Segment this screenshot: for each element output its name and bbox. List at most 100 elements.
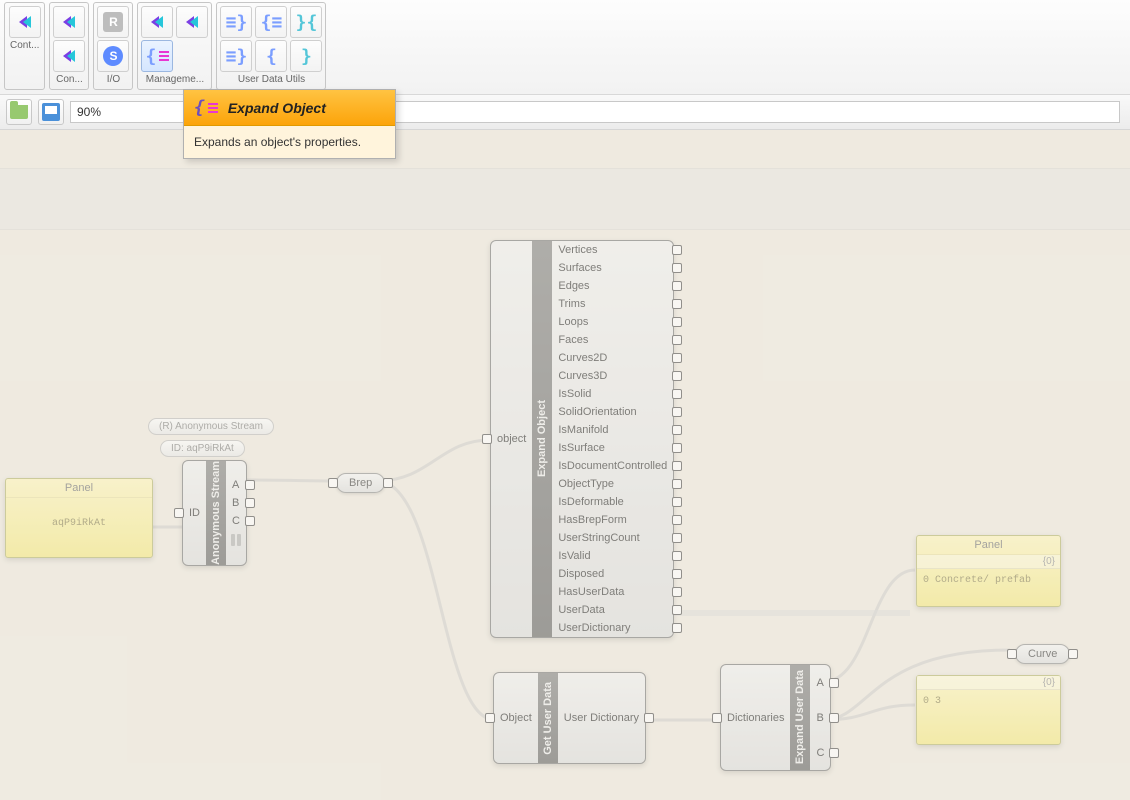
- ribbon-btn-c1[interactable]: R: [97, 6, 129, 38]
- ribbon-toolbar: Cont... Con... R S I/O: [0, 0, 1130, 95]
- port-object[interactable]: object: [491, 430, 532, 448]
- brace-icon: ≡}: [226, 46, 248, 67]
- ribbon-btn-e2[interactable]: {≡: [255, 6, 287, 38]
- save-icon: [42, 103, 60, 121]
- port-issolid[interactable]: IsSolid: [552, 385, 673, 403]
- port-loops[interactable]: Loops: [552, 313, 673, 331]
- node-expand-object[interactable]: object Expand Object VerticesSurfacesEdg…: [490, 240, 674, 638]
- expand-object-icon: {: [194, 97, 218, 118]
- node-get-user-data[interactable]: Object Get User Data User Dictionary: [493, 672, 646, 764]
- stream-remote-tag: (R) Anonymous Stream: [148, 418, 274, 435]
- port-object[interactable]: Object: [494, 673, 538, 763]
- panel-body: aqP9iRkAt: [6, 498, 152, 535]
- ribbon-group-contexts: Cont...: [4, 2, 45, 90]
- ribbon-btn-e4[interactable]: ≡}: [220, 40, 252, 72]
- port-isvalid[interactable]: IsValid: [552, 547, 673, 565]
- ribbon-btn-d1[interactable]: [141, 6, 173, 38]
- ribbon-group-io: R S I/O: [93, 2, 133, 90]
- port-user-dictionary[interactable]: User Dictionary: [558, 673, 645, 763]
- panel-title: Panel: [6, 479, 152, 498]
- tooltip-expand-object: { Expand Object Expands an object's prop…: [183, 89, 396, 159]
- brace-icon: {≡: [261, 12, 283, 33]
- pause-icon[interactable]: [226, 530, 246, 550]
- brace-icon: }: [301, 46, 312, 67]
- brace-icon: {: [266, 46, 277, 67]
- sender-icon: S: [103, 46, 123, 66]
- node-title: Expand User Data: [794, 670, 806, 764]
- canvas[interactable]: (R) Anonymous Stream ID: aqP9iRkAt Panel…: [0, 130, 1130, 800]
- panel-left[interactable]: Panel aqP9iRkAt: [5, 478, 153, 558]
- ribbon-btn-e1[interactable]: ≡}: [220, 6, 252, 38]
- port-userdata[interactable]: UserData: [552, 601, 673, 619]
- tooltip-body: Expands an object's properties.: [184, 126, 395, 158]
- panel-right-bottom[interactable]: {0} 0 3: [916, 675, 1061, 745]
- panel-title: Panel: [917, 536, 1060, 555]
- node-title: Expand Object: [536, 400, 548, 477]
- port-hasbrepform[interactable]: HasBrepForm: [552, 511, 673, 529]
- ribbon-group-label: Manageme...: [144, 72, 206, 86]
- ribbon-btn-d2[interactable]: [176, 6, 208, 38]
- port-ismanifold[interactable]: IsManifold: [552, 421, 673, 439]
- port-a[interactable]: A: [226, 476, 246, 494]
- port-c[interactable]: C: [226, 512, 246, 530]
- ribbon-group-label: Con...: [54, 72, 85, 86]
- folder-open-icon: [10, 105, 28, 119]
- panel-body: 0 3: [917, 690, 1060, 713]
- port-trims[interactable]: Trims: [552, 295, 673, 313]
- save-button[interactable]: [38, 99, 64, 125]
- ribbon-group-label: I/O: [105, 72, 122, 86]
- port-isdocumentcontrolled[interactable]: IsDocumentControlled: [552, 457, 673, 475]
- port-hasuserdata[interactable]: HasUserData: [552, 583, 673, 601]
- port-b[interactable]: B: [226, 494, 246, 512]
- ribbon-group-management: { Manageme...: [137, 2, 212, 90]
- port-edges[interactable]: Edges: [552, 277, 673, 295]
- port-faces[interactable]: Faces: [552, 331, 673, 349]
- panel-path: {0}: [917, 555, 1060, 569]
- ribbon-btn-b1[interactable]: [53, 6, 85, 38]
- port-curves2d[interactable]: Curves2D: [552, 349, 673, 367]
- port-a[interactable]: A: [810, 665, 830, 700]
- tooltip-title: Expand Object: [228, 100, 326, 116]
- port-vertices[interactable]: Vertices: [552, 241, 673, 259]
- port-dictionaries[interactable]: Dictionaries: [721, 665, 790, 770]
- stream-id-tag: ID: aqP9iRkAt: [160, 440, 245, 457]
- secondary-toolbar: [0, 95, 1130, 130]
- port-isdeformable[interactable]: IsDeformable: [552, 493, 673, 511]
- port-c[interactable]: C: [810, 735, 830, 770]
- brace-icon: }{: [296, 12, 318, 33]
- ribbon-group-label: User Data Utils: [236, 72, 307, 86]
- port-surfaces[interactable]: Surfaces: [552, 259, 673, 277]
- ribbon-btn-e6[interactable]: }: [290, 40, 322, 72]
- param-brep[interactable]: Brep: [336, 473, 385, 493]
- port-solidorientation[interactable]: SolidOrientation: [552, 403, 673, 421]
- panel-right-top[interactable]: Panel {0} 0 Concrete/ prefab: [916, 535, 1061, 607]
- expand-object-icon: {: [146, 46, 170, 67]
- port-id[interactable]: ID: [183, 504, 206, 522]
- port-issurface[interactable]: IsSurface: [552, 439, 673, 457]
- panel-path: {0}: [917, 676, 1060, 690]
- open-button[interactable]: [6, 99, 32, 125]
- ribbon-btn-a1[interactable]: [9, 6, 41, 38]
- port-disposed[interactable]: Disposed: [552, 565, 673, 583]
- port-objecttype[interactable]: ObjectType: [552, 475, 673, 493]
- receiver-icon: R: [103, 12, 123, 32]
- port-curves3d[interactable]: Curves3D: [552, 367, 673, 385]
- node-expand-user-data[interactable]: Dictionaries Expand User Data A B C: [720, 664, 831, 771]
- node-title: Get User Data: [542, 682, 554, 755]
- node-anonymous-stream[interactable]: ID Anonymous Stream A B C: [182, 460, 247, 566]
- port-b[interactable]: B: [810, 700, 830, 735]
- ribbon-group-con: Con...: [49, 2, 89, 90]
- ribbon-btn-expand-object[interactable]: {: [141, 40, 173, 72]
- panel-body: 0 Concrete/ prefab: [917, 569, 1060, 592]
- node-title: Anonymous Stream: [210, 461, 222, 565]
- param-curve[interactable]: Curve: [1015, 644, 1070, 664]
- ribbon-btn-e3[interactable]: }{: [290, 6, 322, 38]
- ribbon-btn-e5[interactable]: {: [255, 40, 287, 72]
- port-userstringcount[interactable]: UserStringCount: [552, 529, 673, 547]
- ribbon-btn-b2[interactable]: [53, 40, 85, 72]
- ribbon-btn-c2[interactable]: S: [97, 40, 129, 72]
- ribbon-group-userdata: ≡} {≡ }{ ≡} { } User Data Utils: [216, 2, 326, 90]
- port-userdictionary[interactable]: UserDictionary: [552, 619, 673, 637]
- brace-icon: ≡}: [226, 12, 248, 33]
- ribbon-group-label: Cont...: [8, 38, 41, 52]
